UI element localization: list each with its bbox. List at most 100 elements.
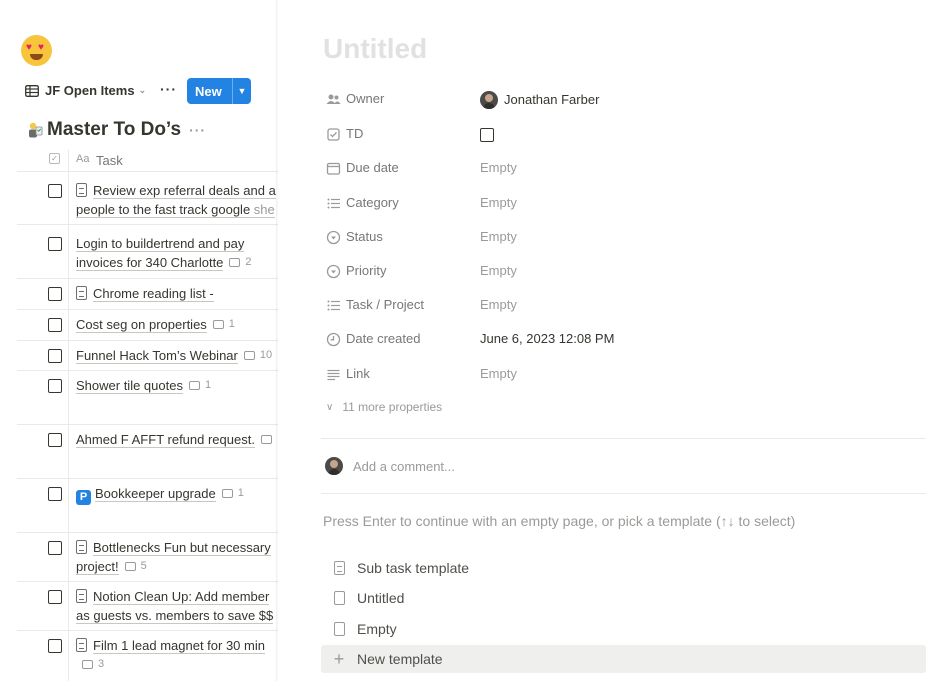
row-checkbox[interactable] xyxy=(48,349,62,363)
property-priority[interactable]: Priority Empty xyxy=(323,258,923,286)
list-icon xyxy=(326,298,341,313)
task-title[interactable]: Login to buildertrend and pay invoices f… xyxy=(76,234,278,272)
new-template-button[interactable]: + New template xyxy=(321,645,926,673)
avatar xyxy=(480,91,498,109)
task-title[interactable]: Funnel Hack Tom’s Webinar 10 xyxy=(76,346,278,365)
table-row[interactable]: Bottlenecks Fun but necessary project! 5 xyxy=(17,533,278,582)
page-icon xyxy=(76,638,87,652)
row-checkbox[interactable] xyxy=(48,433,62,447)
property-name: Date created xyxy=(346,331,421,346)
property-td[interactable]: TD xyxy=(323,121,923,149)
blank-page-icon xyxy=(333,622,345,636)
column-divider xyxy=(68,533,69,581)
more-properties-toggle[interactable]: ∨ 11 more properties xyxy=(326,400,442,414)
property-value[interactable]: Jonathan Farber xyxy=(480,91,599,109)
task-title[interactable]: Review exp referral deals and a people t… xyxy=(76,181,278,219)
column-divider xyxy=(68,150,69,172)
template-label: Empty xyxy=(357,621,397,637)
table-row[interactable]: Notion Clean Up: Add member as guests vs… xyxy=(17,582,278,631)
property-status[interactable]: Status Empty xyxy=(323,224,923,252)
task-title[interactable]: Film 1 lead magnet for 30 min 3 xyxy=(76,636,278,674)
table-row[interactable]: P Bookkeeper upgrade 1 xyxy=(17,479,278,533)
task-title[interactable]: P Bookkeeper upgrade 1 xyxy=(76,484,278,505)
comment-count: 3 xyxy=(82,655,104,674)
row-checkbox[interactable] xyxy=(48,318,62,332)
property-name: Due date xyxy=(346,160,399,175)
page-icon xyxy=(76,286,87,300)
task-title[interactable]: Chrome reading list - xyxy=(76,284,278,303)
property-due-date[interactable]: Due date Empty xyxy=(323,155,923,183)
comment-icon xyxy=(243,351,255,360)
comment-placeholder: Add a comment... xyxy=(353,458,455,474)
row-checkbox[interactable] xyxy=(48,184,62,198)
task-title[interactable]: Shower tile quotes 1 xyxy=(76,376,278,395)
property-name: Link xyxy=(346,366,370,381)
heart-eyes-emoji-icon[interactable]: ♥ ♥ xyxy=(21,35,52,66)
task-title[interactable]: Bottlenecks Fun but necessary project! 5 xyxy=(76,538,278,576)
row-checkbox[interactable] xyxy=(48,487,62,501)
database-more-button[interactable]: ··· xyxy=(189,122,206,138)
page-icon xyxy=(333,561,345,575)
column-divider xyxy=(68,172,69,224)
property-name: Category xyxy=(346,195,399,210)
row-checkbox[interactable] xyxy=(48,639,62,653)
comment-input[interactable]: Add a comment... xyxy=(325,457,455,475)
task-title[interactable]: Ahmed F AFFT refund request. xyxy=(76,430,278,449)
row-checkbox[interactable] xyxy=(48,237,62,251)
row-checkbox[interactable] xyxy=(48,379,62,393)
view-tab[interactable]: JF Open Items ⌄ xyxy=(25,83,146,98)
property-task-project[interactable]: Task / Project Empty xyxy=(323,292,923,320)
table-row[interactable]: Review exp referral deals and a people t… xyxy=(17,172,278,225)
task-title[interactable]: Cost seg on properties 1 xyxy=(76,315,278,334)
template-untitled[interactable]: Untitled xyxy=(321,584,926,612)
property-link[interactable]: Link Empty xyxy=(323,361,923,389)
td-checkbox[interactable] xyxy=(480,128,494,142)
page-title-input[interactable]: Untitled xyxy=(323,33,427,65)
property-value[interactable]: Empty xyxy=(480,263,517,278)
database-title[interactable]: Master To Do’s ··· xyxy=(25,119,206,141)
new-options-chevron-icon[interactable]: ▼ xyxy=(233,86,251,96)
property-value[interactable]: Empty xyxy=(480,195,517,210)
text-property-icon: Aa xyxy=(76,153,90,165)
property-owner[interactable]: Owner Jonathan Farber xyxy=(323,86,923,114)
task-title[interactable]: Notion Clean Up: Add member as guests vs… xyxy=(76,587,278,625)
row-checkbox[interactable] xyxy=(48,287,62,301)
property-value[interactable]: Empty xyxy=(480,229,517,244)
column-divider xyxy=(68,310,69,340)
clock-icon xyxy=(326,332,341,347)
table-row[interactable]: Ahmed F AFFT refund request. xyxy=(17,425,278,479)
property-date-created[interactable]: Date created June 6, 2023 12:08 PM xyxy=(323,326,923,354)
view-toolbar: JF Open Items ⌄ ··· New ▼ xyxy=(17,78,278,104)
property-name: Owner xyxy=(346,91,385,106)
row-checkbox[interactable] xyxy=(48,590,62,604)
new-button[interactable]: New ▼ xyxy=(187,78,251,104)
comment-icon xyxy=(212,320,224,329)
column-divider xyxy=(68,225,69,278)
property-value[interactable]: Empty xyxy=(480,160,517,175)
database-pane: ♥ ♥ JF Open Items ⌄ ··· New ▼ Master To D… xyxy=(0,0,278,681)
property-category[interactable]: Category Empty xyxy=(323,190,923,218)
column-divider xyxy=(68,279,69,309)
template-sub-task[interactable]: Sub task template xyxy=(321,554,926,582)
template-empty[interactable]: Empty xyxy=(321,615,926,643)
select-all-checkbox-icon[interactable]: ✓ xyxy=(49,153,60,164)
row-checkbox[interactable] xyxy=(48,541,62,555)
table-row[interactable]: Film 1 lead magnet for 30 min 3 xyxy=(17,631,278,681)
comment-count xyxy=(260,435,277,444)
template-hint: Press Enter to continue with an empty pa… xyxy=(323,513,796,529)
property-value: June 6, 2023 12:08 PM xyxy=(480,331,615,346)
table-row[interactable]: Shower tile quotes 1 xyxy=(17,371,278,425)
table-row[interactable]: Funnel Hack Tom’s Webinar 10 xyxy=(17,341,278,371)
property-value[interactable]: Empty xyxy=(480,366,517,381)
property-value[interactable]: Empty xyxy=(480,297,517,312)
comment-count: 1 xyxy=(188,376,211,395)
people-icon xyxy=(326,92,341,107)
template-label: Sub task template xyxy=(357,560,470,576)
column-header-task[interactable]: Task xyxy=(96,153,123,168)
table-row[interactable]: Chrome reading list - xyxy=(17,279,278,310)
table-header: ✓ Aa Task xyxy=(17,150,278,172)
table-row[interactable]: Cost seg on properties 1 xyxy=(17,310,278,341)
table-row[interactable]: Login to buildertrend and pay invoices f… xyxy=(17,225,278,279)
view-more-button[interactable]: ··· xyxy=(160,81,177,97)
comment-icon xyxy=(260,435,272,444)
